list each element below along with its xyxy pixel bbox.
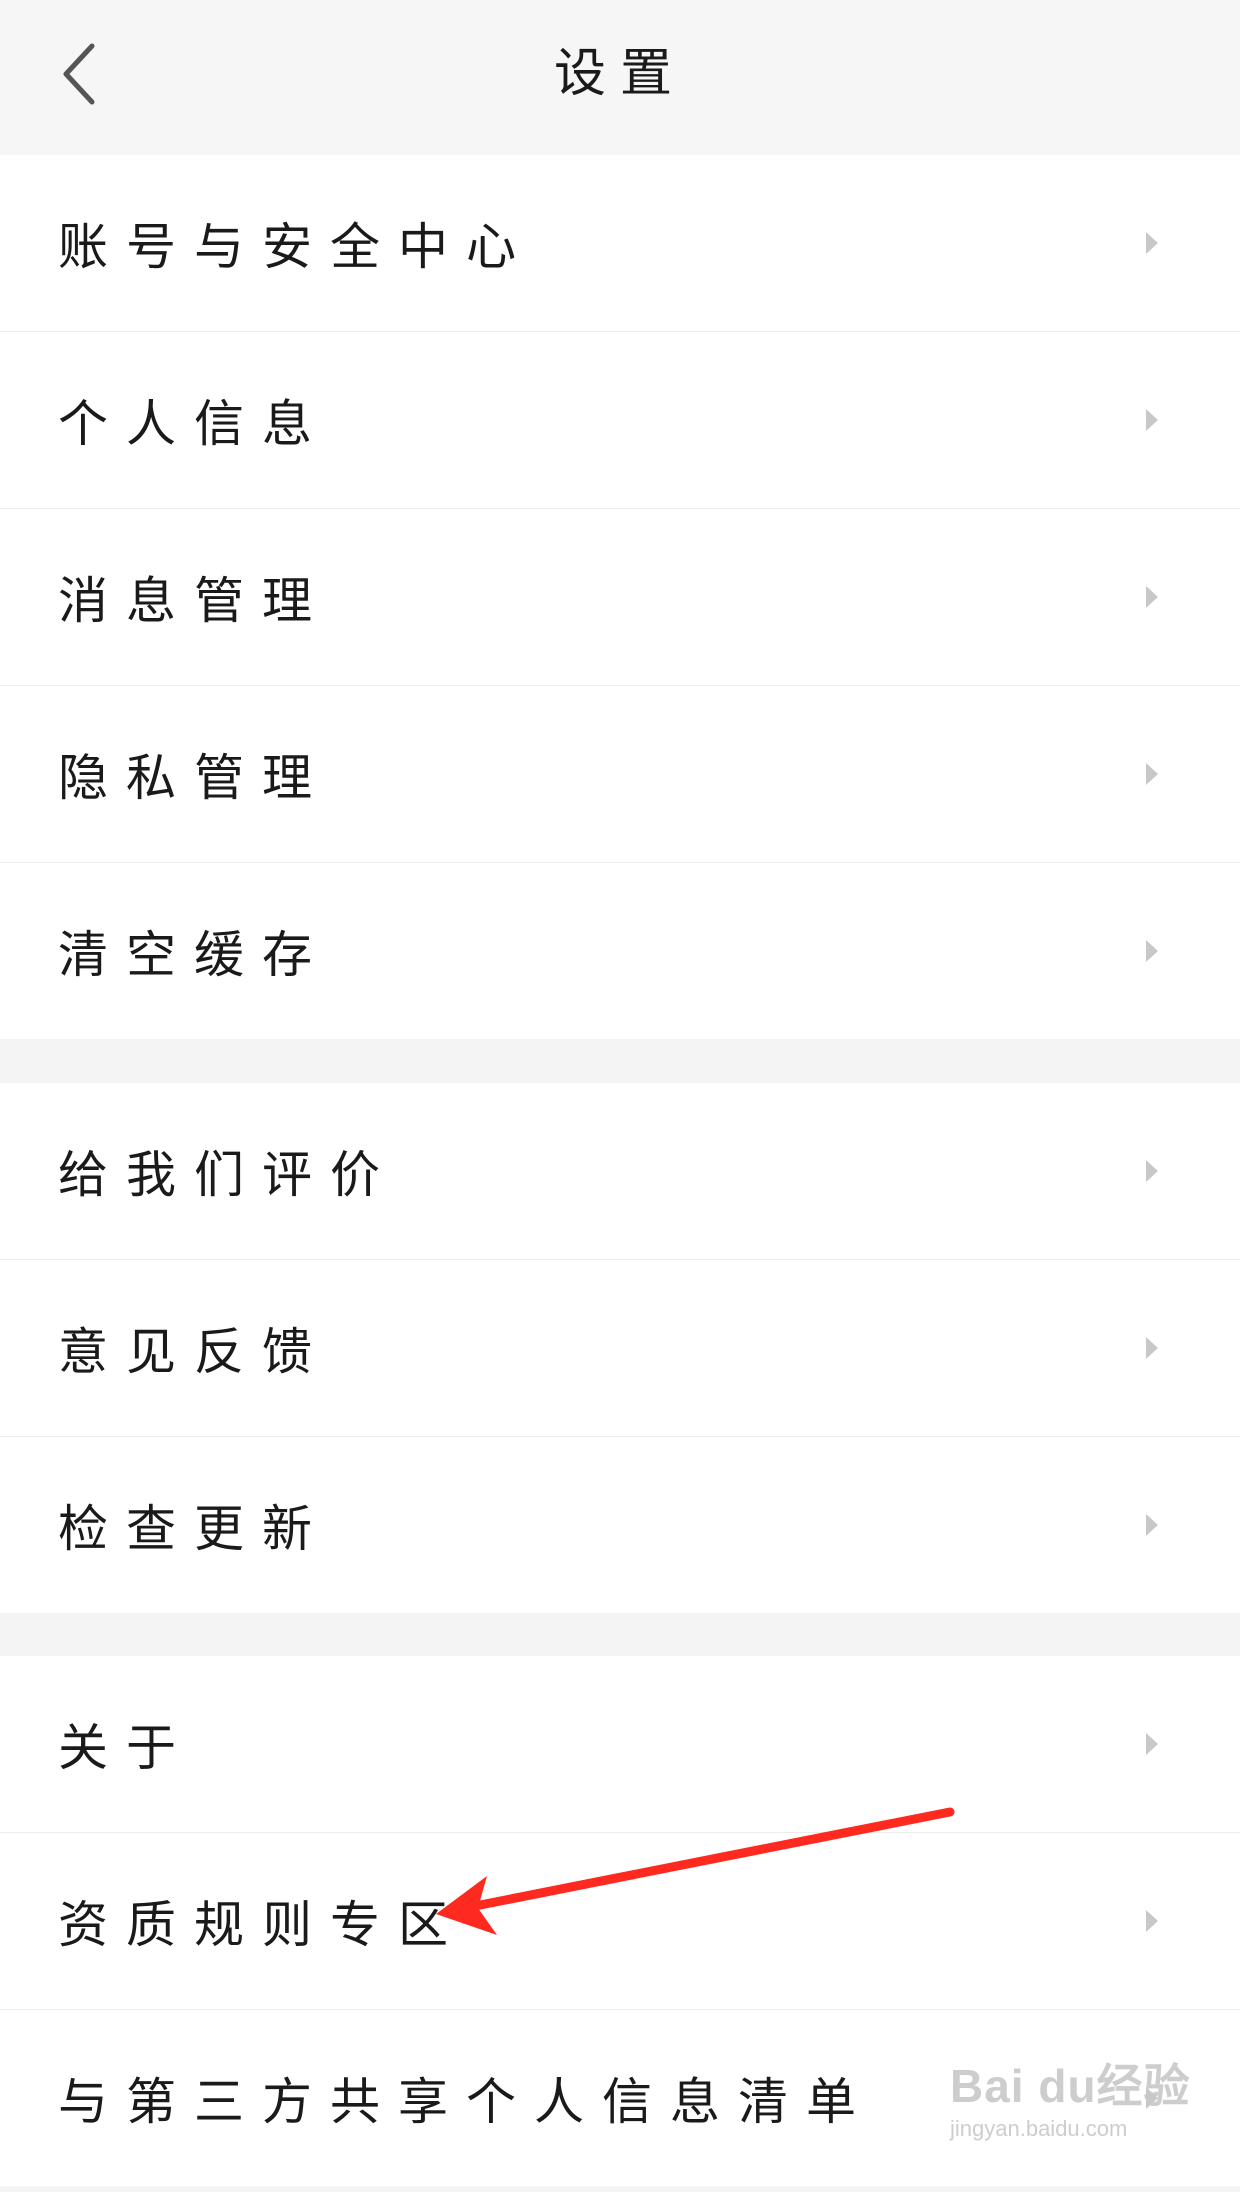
settings-item-label: 隐私管理 [58,749,330,807]
settings-item-about[interactable]: 关于 [0,1656,1240,1833]
chevron-right-icon [1146,1514,1158,1536]
chevron-right-icon [1146,1160,1158,1182]
chevron-right-icon [1146,232,1158,254]
settings-item-message-management[interactable]: 消息管理 [0,509,1240,686]
watermark-url: jingyan.baidu.com [950,2116,1128,2141]
settings-item-label: 检查更新 [58,1500,330,1558]
chevron-right-icon [1146,1733,1158,1755]
settings-item-label: 消息管理 [58,572,330,630]
settings-item-check-update[interactable]: 检查更新 [0,1437,1240,1613]
watermark-logo: Bai du经验 [950,2060,1191,2112]
page-title: 设置 [553,44,686,104]
settings-item-clear-cache[interactable]: 清空缓存 [0,863,1240,1039]
settings-item-rate-us[interactable]: 给我们评价 [0,1083,1240,1260]
chevron-right-icon [1146,763,1158,785]
settings-item-label: 关于 [58,1719,194,1777]
chevron-right-icon [1146,1337,1158,1359]
settings-item-label: 清空缓存 [58,926,330,984]
chevron-right-icon [1146,586,1158,608]
settings-item-feedback[interactable]: 意见反馈 [0,1260,1240,1437]
settings-item-label: 给我们评价 [58,1146,398,1204]
settings-item-label: 个人信息 [58,395,330,453]
settings-item-qualification-rules[interactable]: 资质规则专区 [0,1833,1240,2010]
settings-item-account-security[interactable]: 账号与安全中心 [0,155,1240,332]
chevron-right-icon [1146,1910,1158,1932]
chevron-right-icon [1146,940,1158,962]
settings-group-feedback: 给我们评价 意见反馈 检查更新 [0,1083,1240,1613]
baidu-jingyan-watermark: Bai du经验 jingyan.baidu.com [950,2058,1200,2144]
chevron-right-icon [1146,409,1158,431]
settings-item-privacy-management[interactable]: 隐私管理 [0,686,1240,863]
settings-item-label: 与第三方共享个人信息清单 [58,2073,874,2131]
top-bar: 设置 [0,0,1240,154]
settings-item-label: 账号与安全中心 [58,218,534,276]
settings-item-label: 资质规则专区 [58,1896,466,1954]
settings-item-personal-info[interactable]: 个人信息 [0,332,1240,509]
settings-item-label: 意见反馈 [58,1323,330,1381]
settings-group-account: 账号与安全中心 个人信息 消息管理 隐私管理 清空缓存 [0,155,1240,1039]
